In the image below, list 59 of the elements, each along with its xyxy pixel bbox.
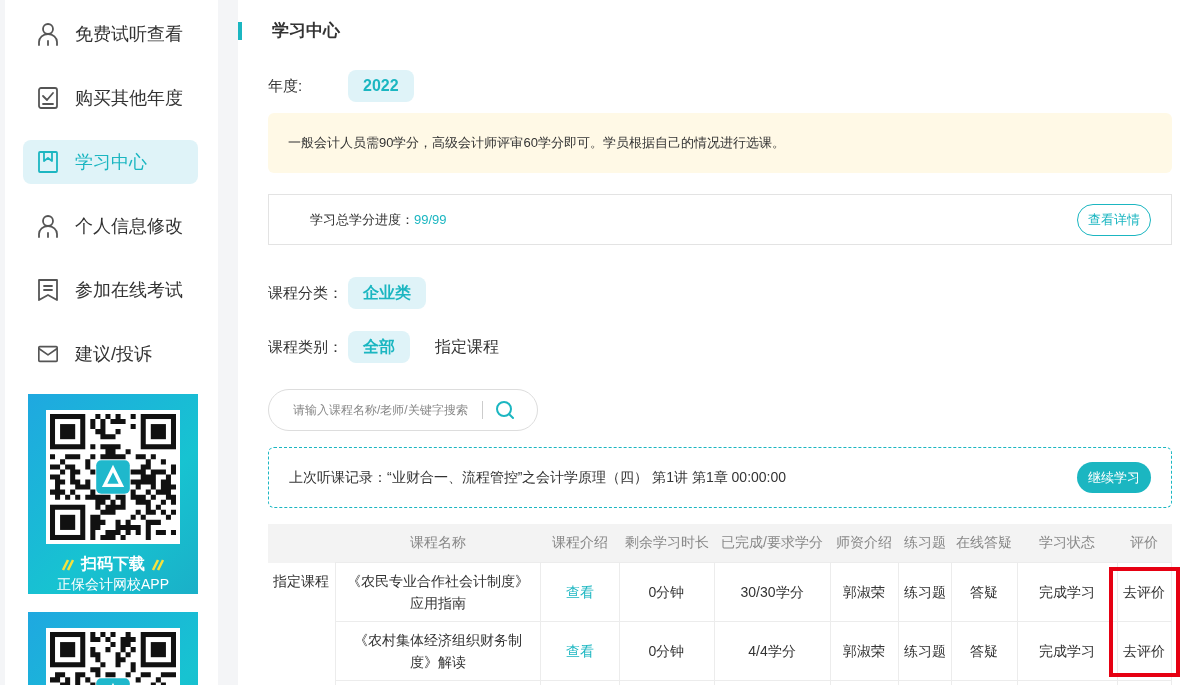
continue-button[interactable]: 继续学习 [1077,462,1151,493]
promo-subtitle: 正保会计网校APP [57,576,169,594]
table-cell: 指定课程 [268,562,335,685]
progress-label: 学习总学分进度： [310,212,414,227]
table-cell: 练习题 [898,562,951,622]
column-header: 剩余学习时长 [619,524,714,563]
checkbox-icon [37,86,59,110]
filter-option[interactable]: 企业类 [348,277,426,309]
view-link[interactable]: 查看 [540,562,619,622]
table-cell: 郭淑荣 [830,621,898,681]
table-cell: 完成学习 [1017,562,1117,622]
table-cell: 0分钟 [619,621,714,681]
sidebar-item[interactable]: 免费试听查看 [23,12,198,56]
table-cell: 去评价 [1117,621,1172,681]
sidebar-item[interactable]: 参加在线考试 [23,268,198,312]
filter-label: 课程类别： [268,337,344,357]
filter-option[interactable]: 指定课程 [420,331,514,363]
column-header: 课程介绍 [540,524,619,563]
column-header: 已完成/要求学分 [714,524,830,563]
table-cell: 30/30学分 [714,562,830,622]
bookmark-icon [37,150,59,174]
view-link[interactable]: 查看 [540,621,619,681]
filter-option[interactable]: 全部 [348,331,410,363]
search-icon[interactable] [495,400,515,420]
table-cell: 练习题 [898,621,951,681]
table-cell: 《农村集体经济组织财务制度》解读 [335,621,540,681]
column-header: 学习状态 [1017,524,1117,563]
person-icon [37,22,59,46]
filter-option[interactable]: 2022 [348,70,414,102]
sidebar-item[interactable]: 个人信息修改 [23,204,198,248]
slash-icon [151,558,165,571]
table-cell: 去评价 [1117,562,1172,622]
page-title: 学习中心 [272,20,340,42]
column-header: 课程名称 [335,524,540,563]
sidebar-item[interactable]: 购买其他年度 [23,76,198,120]
document-icon [37,278,59,302]
table-cell: 答疑 [951,621,1017,681]
column-header: 师资介绍 [830,524,898,563]
progress-value: 99/99 [414,212,447,227]
table-cell: 郭淑荣 [830,562,898,622]
person-icon [37,214,59,238]
column-header: 在线答疑 [951,524,1017,563]
notice-banner: 一般会计人员需90学分，高级会计师评审60学分即可。学员根据自己的情况进行选课。 [268,113,1172,173]
promo-heading: 扫码下载 [81,554,145,574]
table-cell: 答疑 [951,562,1017,622]
sidebar-item[interactable]: 建议/投诉 [23,332,198,376]
table-cell: 4/4学分 [714,621,830,681]
column-header: 评价 [1117,524,1172,563]
filter-label: 课程分类： [268,283,344,303]
column-header: 练习题 [898,524,951,563]
sidebar-item[interactable]: 学习中心 [23,140,198,184]
table-cell: 《农民专业合作社会计制度》应用指南 [335,562,540,622]
title-accent-bar [238,22,242,40]
details-button[interactable]: 查看详情 [1077,203,1151,236]
table-cell: 完成学习 [1017,621,1117,681]
table-cell: 0分钟 [619,562,714,622]
last-record-text: 上次听课记录：“业财合一、流程管控”之会计学原理（四） 第1讲 第1章 00:00:00 [289,468,787,487]
filter-label: 年度: [268,76,304,96]
slash-icon [61,558,75,571]
